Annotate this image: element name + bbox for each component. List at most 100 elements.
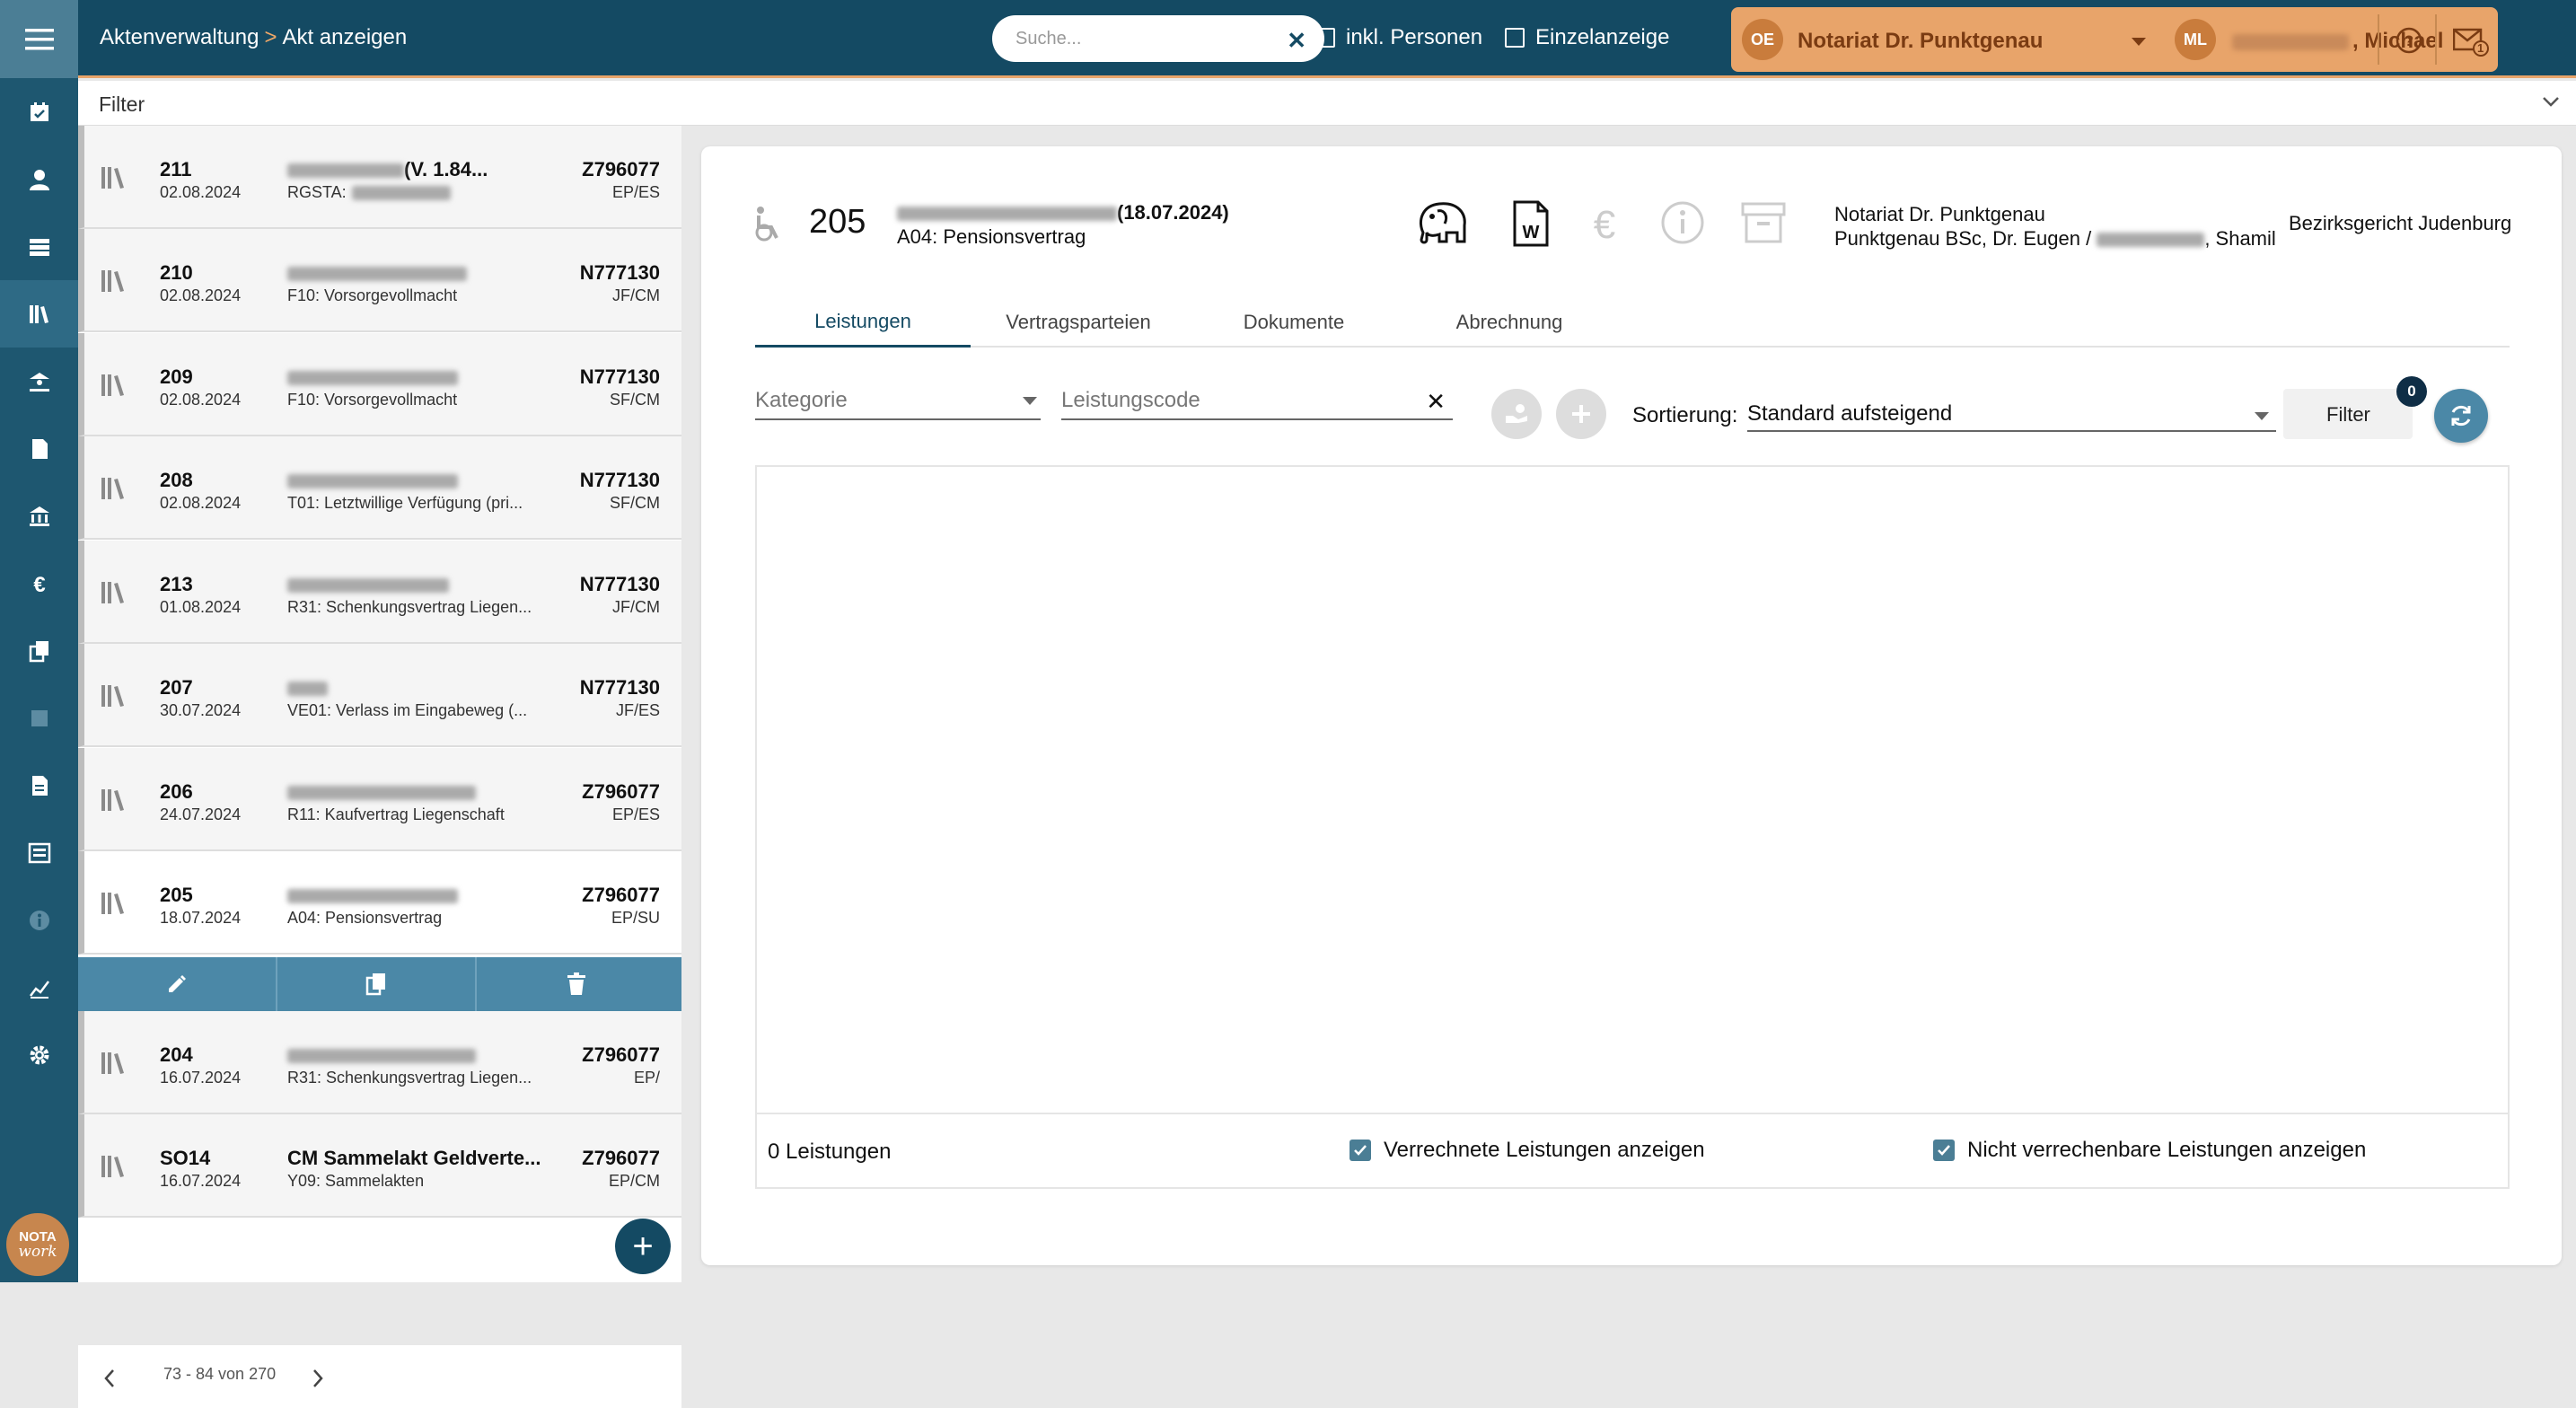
chevron-down-icon[interactable] <box>2542 95 2560 108</box>
breadcrumb-aktenverwaltung[interactable]: Aktenverwaltung <box>100 25 259 50</box>
akt-type: F10: Vorsorgevollmacht <box>287 391 458 409</box>
leistungscode-input[interactable]: Leistungscode ✕ <box>1061 383 1453 420</box>
akt-number: 206 <box>160 780 193 803</box>
list-item[interactable]: 208 02.08.2024 T01: Letztwillige Verfügung… <box>78 436 681 540</box>
akt-date: 16.07.2024 <box>160 1172 242 1190</box>
edit-button[interactable] <box>78 957 277 1011</box>
list-item[interactable]: 210 02.08.2024 F10: Vorsorgevollmacht N7771… <box>78 229 681 332</box>
list-item[interactable]: 213 01.08.2024 R31: Schenkungsvertrag Lieg… <box>78 541 681 644</box>
nav-item-person[interactable] <box>0 145 78 213</box>
akt-initials: EP/ES <box>611 183 660 201</box>
copy-button[interactable] <box>277 957 477 1011</box>
chart-icon <box>29 980 49 999</box>
list-item[interactable]: 206 24.07.2024 R11: Kaufvertrag Liegenscha… <box>78 748 681 851</box>
akt-number: 213 <box>160 573 193 595</box>
verrechnete-label: Verrechnete Leistungen anzeigen <box>1384 1138 1705 1162</box>
nav-item-chart[interactable] <box>0 954 78 1021</box>
akt-type: Y09: Sammelakten <box>287 1172 425 1190</box>
kategorie-select[interactable]: Kategorie <box>755 383 1041 420</box>
list-item[interactable]: SO14 16.07.2024 CM Sammelakt Geldverte... Y… <box>78 1114 681 1218</box>
akt-initials: SF/CM <box>610 391 660 409</box>
elephant-icon[interactable] <box>1414 200 1473 247</box>
delete-button[interactable] <box>477 957 676 1011</box>
list-item[interactable]: 209 02.08.2024 F10: Vorsorgevollmacht N7771… <box>78 333 681 436</box>
books-icon <box>101 789 124 811</box>
leistungscode-placeholder: Leistungscode <box>1061 388 1200 412</box>
nav-item-books[interactable] <box>0 280 78 348</box>
akt-title-redacted <box>897 207 1117 222</box>
chevron-left-icon[interactable] <box>103 1368 116 1388</box>
word-document-icon[interactable]: W <box>1511 200 1551 247</box>
user-menu[interactable]: ML , Michael ? 1 <box>2167 7 2498 72</box>
tab-leistungen[interactable]: Leistungen <box>755 297 971 348</box>
nav-item-gear[interactable] <box>0 1021 78 1088</box>
search-placeholder: Suche... <box>1015 28 1082 48</box>
title-redacted <box>287 163 404 179</box>
tab-dokumente[interactable]: Dokumente <box>1186 297 1402 348</box>
akt-initials: JF/CM <box>612 598 660 616</box>
nav-item-bank-person[interactable] <box>0 348 78 415</box>
add-akt-button[interactable]: + <box>615 1219 671 1274</box>
chevron-right-icon[interactable] <box>312 1368 324 1388</box>
service-action-button[interactable] <box>1491 389 1542 439</box>
nav-item-table[interactable] <box>0 213 78 280</box>
nicht-verrechenbare-checkbox[interactable]: Nicht verrechenbare Leistungen anzeigen <box>1933 1138 2366 1163</box>
nav-item-info[interactable] <box>0 886 78 954</box>
akt-number: 204 <box>160 1043 193 1066</box>
akt-title: (V. 1.84... <box>404 158 488 180</box>
nav-item-square[interactable] <box>0 684 78 752</box>
nav-item-document[interactable] <box>0 752 78 819</box>
akt-code: N777130 <box>579 469 660 491</box>
divider <box>2378 14 2379 65</box>
side-nav: € NOTA work <box>0 0 78 1282</box>
sort-value: Standard aufsteigend <box>1747 401 1953 426</box>
filter-label: Filter <box>99 92 145 116</box>
books-icon <box>101 893 124 914</box>
nav-item-calendar-check[interactable] <box>0 78 78 145</box>
clear-search-icon[interactable]: ✕ <box>1287 27 1306 55</box>
chevron-down-icon[interactable] <box>2132 38 2146 46</box>
organization-selector[interactable]: OE Notariat Dr. Punktgenau <box>1731 7 2167 72</box>
breadcrumb-akt-anzeigen: Akt anzeigen <box>282 25 408 49</box>
akt-date: 02.08.2024 <box>160 183 242 201</box>
list-item[interactable]: 205 18.07.2024 A04: Pensionsvertrag Z796077… <box>78 851 681 955</box>
akt-type: VE01: Verlass im Eingabeweg (... <box>287 701 528 719</box>
list-item[interactable]: 211 02.08.2024 (V. 1.84... RGSTA: Z796077 EP/… <box>78 126 681 229</box>
tab-vertragsparteien[interactable]: Vertragsparteien <box>971 297 1186 348</box>
search-input[interactable]: Suche... ✕ <box>992 15 1324 62</box>
list-item[interactable]: 204 16.07.2024 R31: Schenkungsvertrag Lieg… <box>78 1011 681 1114</box>
nav-item-pdf-file[interactable] <box>0 415 78 482</box>
filter-button[interactable]: Filter <box>2283 389 2413 439</box>
nav-item-copy[interactable] <box>0 617 78 684</box>
pagination: 73 - 84 von 270 <box>78 1345 681 1408</box>
notary-line1: Notariat Dr. Punktgenau <box>1834 203 2045 225</box>
filter-bar[interactable]: Filter <box>78 81 2576 126</box>
nav-item-euro[interactable]: € <box>0 550 78 617</box>
nav-item-bank[interactable] <box>0 482 78 550</box>
notary-line2: Punktgenau BSc, Dr. Eugen / <box>1834 227 2092 250</box>
breadcrumb: Aktenverwaltung > Akt anzeigen <box>100 25 407 50</box>
include-persons-label: inkl. Personen <box>1346 25 1483 49</box>
tab-abrechnung[interactable]: Abrechnung <box>1402 297 1617 348</box>
list-item[interactable]: 207 30.07.2024 VE01: Verlass im Eingabeweg… <box>78 644 681 747</box>
single-view-checkbox[interactable]: Einzelanzeige <box>1505 25 1669 50</box>
sort-select[interactable]: Standard aufsteigend <box>1747 389 2276 432</box>
akt-code: Z796077 <box>582 780 660 803</box>
row-action-bar <box>78 957 681 1011</box>
plus-icon <box>1572 405 1590 423</box>
nav-item-registry[interactable] <box>0 819 78 886</box>
notawork-logo[interactable]: NOTA work <box>6 1213 69 1276</box>
checkbox-checked-icon <box>1933 1140 1955 1161</box>
add-service-button[interactable] <box>1556 389 1606 439</box>
notary-info: Notariat Dr. Punktgenau Punktgenau BSc, … <box>1834 202 2276 251</box>
refresh-button[interactable] <box>2434 389 2488 443</box>
akt-code: N777130 <box>579 573 660 595</box>
books-icon <box>101 1052 124 1074</box>
hamburger-menu-icon[interactable] <box>0 0 78 78</box>
akt-initials: SF/CM <box>610 494 660 512</box>
help-icon[interactable]: ? <box>2396 27 2422 54</box>
verrechnete-checkbox[interactable]: Verrechnete Leistungen anzeigen <box>1350 1138 1705 1163</box>
akt-code: N777130 <box>579 261 660 284</box>
clear-leistungscode-icon[interactable]: ✕ <box>1426 388 1446 416</box>
include-persons-checkbox[interactable]: inkl. Personen <box>1315 25 1482 50</box>
